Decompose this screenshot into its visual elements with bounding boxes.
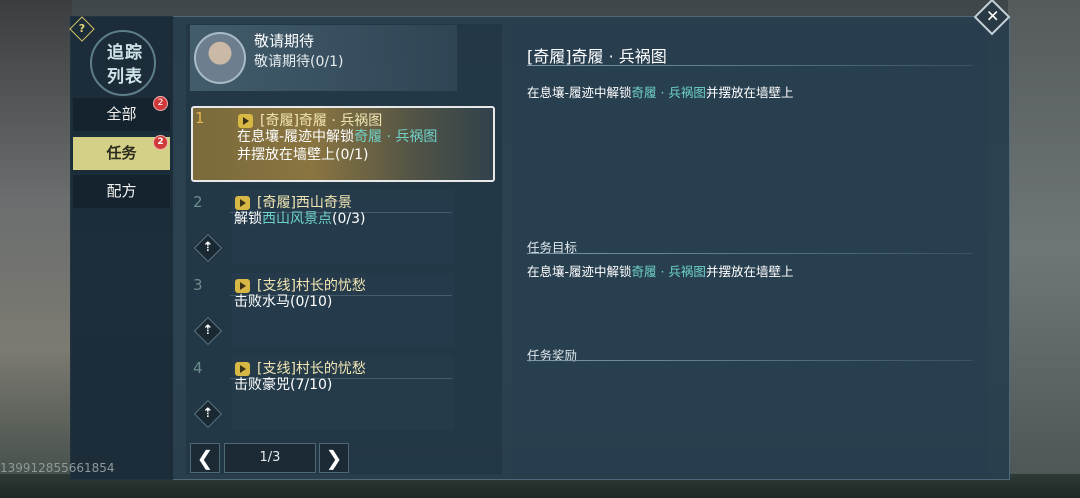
notification-badge: 2 [153, 135, 168, 150]
sidebar-item-tasks[interactable]: 任务 2 [73, 135, 170, 170]
pin-to-top-button[interactable]: ⇡ [193, 233, 223, 263]
task-title: [奇履]奇履 · 兵祸图 [260, 113, 383, 129]
task-number: 3 [193, 276, 203, 294]
upcoming-title: 敬请期待 [254, 32, 315, 50]
sidebar-item-label: 任务 [106, 144, 137, 162]
quest-flag-icon [235, 196, 250, 210]
divider [527, 360, 973, 361]
pin-to-top-button[interactable]: ⇡ [193, 316, 223, 346]
task-description: 击败水马(0/10) [234, 294, 333, 310]
task-title: [支线]村长的忧愁 [257, 361, 366, 377]
task-description: 解锁西山风景点(0/3) [234, 211, 366, 227]
task-description: 在息壤-履迹中解锁奇履 · 兵祸图 并摆放在墙壁上(0/1) [237, 129, 438, 163]
arrow-up-icon: ⇡ [202, 240, 214, 255]
sidebar-item-label: 配方 [106, 182, 137, 200]
upcoming-subtitle: 敬请期待(0/1) [254, 54, 344, 70]
task-item-1[interactable]: 1 [奇履]奇履 · 兵祸图 在息壤-履迹中解锁奇履 · 兵祸图 并摆放在墙壁上(… [191, 106, 495, 182]
npc-portrait-avatar [194, 32, 246, 84]
sidebar-item-label: 全部 [106, 105, 137, 123]
title-line-2: 列表 [107, 67, 143, 87]
close-icon: ✕ [986, 6, 1000, 26]
watermark-id: 139912855661854 [0, 461, 115, 475]
background-left [0, 0, 72, 498]
divider [527, 253, 973, 254]
tracking-list-title: 追踪 列表 [90, 30, 156, 96]
task-description: 击败豪兕(7/10) [234, 377, 333, 393]
task-reward-heading: 任务奖励 [527, 348, 578, 363]
task-number: 1 [195, 109, 205, 127]
arrow-up-icon: ⇡ [202, 323, 214, 338]
task-link: 奇履 · 兵祸图 [354, 129, 438, 145]
arrow-up-icon: ⇡ [202, 406, 214, 421]
sidebar-item-recipes[interactable]: 配方 [73, 175, 170, 208]
goal-link: 奇履 · 兵祸图 [631, 264, 706, 279]
detail-link: 奇履 · 兵祸图 [631, 85, 706, 100]
task-number: 2 [193, 193, 203, 211]
notification-badge: 2 [153, 96, 168, 111]
quest-flag-icon [235, 362, 250, 376]
task-item-4[interactable]: 4 [支线]村长的忧愁 击败豪兕(7/10) ⇡ [190, 356, 494, 432]
prev-page-button[interactable]: ❮ [190, 443, 220, 473]
title-line-1: 追踪 [107, 43, 143, 63]
task-title: [支线]村长的忧愁 [257, 278, 366, 294]
divider [527, 65, 973, 66]
task-item-3[interactable]: 3 [支线]村长的忧愁 击败水马(0/10) ⇡ [190, 273, 494, 349]
task-number: 4 [193, 359, 203, 377]
task-title: [奇履]西山奇景 [257, 195, 352, 211]
background-right [1008, 0, 1080, 498]
detail-title: [奇履]奇履 · 兵祸图 [527, 47, 667, 66]
sidebar-item-all[interactable]: 全部 2 [73, 96, 170, 131]
page-indicator: 1/3 [224, 443, 316, 473]
task-goal-text: 在息壤-履迹中解锁奇履 · 兵祸图并摆放在墙壁上 [527, 264, 794, 279]
next-page-button[interactable]: ❯ [319, 443, 349, 473]
pin-to-top-button[interactable]: ⇡ [193, 399, 223, 429]
quest-flag-icon [235, 279, 250, 293]
task-item-2[interactable]: 2 [奇履]西山奇景 解锁西山风景点(0/3) ⇡ [190, 190, 494, 266]
task-link: 西山风景点 [262, 211, 332, 227]
quest-flag-icon [238, 114, 253, 128]
detail-description: 在息壤-履迹中解锁奇履 · 兵祸图并摆放在墙壁上 [527, 85, 794, 100]
